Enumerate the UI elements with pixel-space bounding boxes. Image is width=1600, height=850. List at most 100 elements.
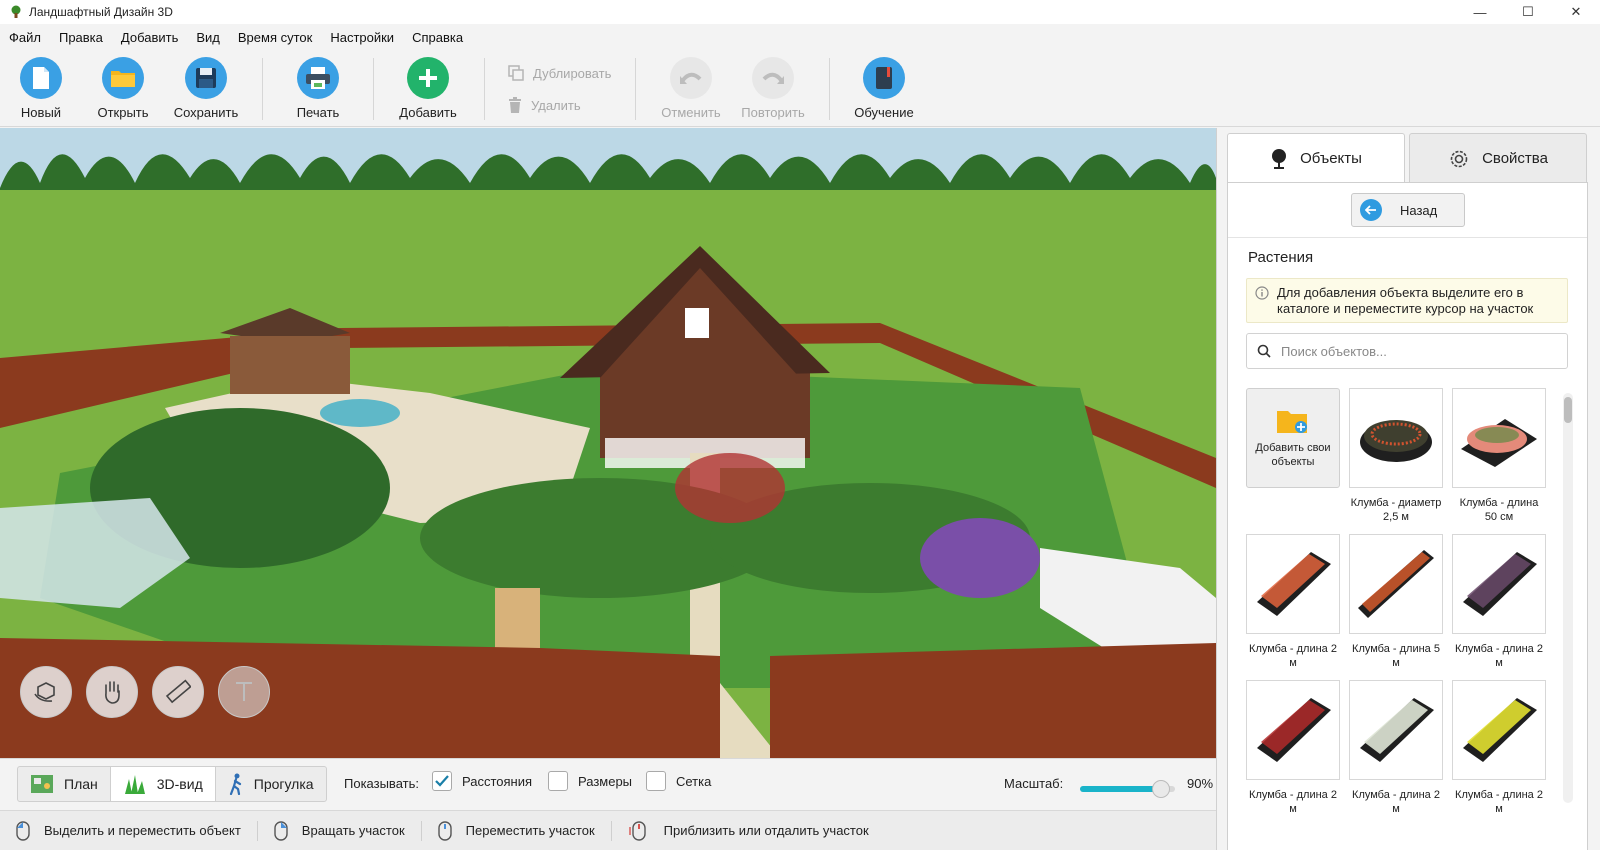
search-placeholder: Поиск объектов...: [1281, 343, 1387, 359]
catalog-item[interactable]: Клумба - длина 2 м: [1349, 680, 1443, 816]
print-button[interactable]: Печать: [278, 57, 358, 120]
new-button[interactable]: Новый: [1, 57, 81, 120]
duplicate-button[interactable]: Дублировать: [508, 65, 611, 81]
tab-3d-view[interactable]: 3D-вид: [110, 767, 216, 801]
catalog-item[interactable]: Клумба - длина 2 м: [1246, 680, 1340, 816]
delete-button[interactable]: Удалить: [508, 97, 581, 113]
hand-icon[interactable]: [86, 666, 138, 718]
catalog-item-label: Клумба - длина 5 м: [1352, 643, 1440, 669]
flowerbed-icon: [1246, 534, 1340, 634]
scrollbar-thumb[interactable]: [1564, 397, 1572, 423]
menu-edit[interactable]: Правка: [50, 30, 112, 45]
print-label: Печать: [296, 105, 340, 120]
menu-settings[interactable]: Настройки: [321, 30, 403, 45]
catalog-item[interactable]: Клумба - длина 2 м: [1452, 534, 1546, 670]
rotate-3d-icon[interactable]: [20, 666, 72, 718]
flowerbed-icon: [1246, 680, 1340, 780]
tab-walk[interactable]: Прогулка: [216, 767, 326, 801]
app-logo-icon: [11, 5, 21, 18]
duplicate-label: Дублировать: [533, 65, 612, 81]
catalog-body: Назад Растения Для добавления объекта вы…: [1227, 182, 1588, 850]
catalog-item-label: Клумба - длина 2 м: [1455, 789, 1543, 815]
menu-time-of-day[interactable]: Время суток: [229, 30, 321, 45]
status-move-plot-label: Переместить участок: [465, 823, 595, 838]
ruler-icon[interactable]: [152, 666, 204, 718]
flowerbed-icon: [1452, 534, 1546, 634]
add-button[interactable]: Добавить: [388, 57, 468, 120]
menu-help[interactable]: Справка: [403, 30, 472, 45]
divider: [1228, 237, 1587, 238]
catalog-item[interactable]: Клумба - диаметр 2,5 м: [1349, 388, 1443, 524]
menu-file[interactable]: Файл: [0, 30, 50, 45]
tab-objects-label: Объекты: [1300, 150, 1362, 167]
text-icon[interactable]: [218, 666, 270, 718]
toolbar: Новый Открыть Сохранить Печать Добавить …: [0, 50, 1600, 127]
view-tools: [20, 666, 276, 718]
search-icon: [1257, 344, 1271, 358]
minimize-button[interactable]: —: [1456, 0, 1504, 24]
search-input[interactable]: Поиск объектов...: [1246, 333, 1568, 369]
catalog-item[interactable]: Клумба - длина 50 см: [1452, 388, 1546, 524]
scale-slider[interactable]: [1080, 780, 1175, 798]
close-button[interactable]: ✕: [1552, 0, 1600, 24]
3d-viewport[interactable]: [0, 128, 1216, 758]
menu-add[interactable]: Добавить: [112, 30, 187, 45]
scale-slider-thumb[interactable]: [1151, 780, 1170, 798]
maximize-button[interactable]: ☐: [1504, 0, 1552, 24]
toolbar-separator: [262, 58, 263, 120]
map-icon: [31, 775, 53, 793]
tab-properties[interactable]: Свойства: [1409, 133, 1587, 183]
grass-icon: [124, 775, 145, 794]
tab-3d-view-label: 3D-вид: [156, 776, 203, 792]
plus-icon: [407, 57, 449, 99]
catalog-item[interactable]: Клумба - длина 2 м: [1452, 680, 1546, 816]
back-label: Назад: [1400, 202, 1438, 218]
add-label: Добавить: [399, 105, 457, 120]
checkmark-icon: [435, 775, 449, 787]
redo-button[interactable]: Повторить: [733, 57, 813, 120]
open-button[interactable]: Открыть: [83, 57, 163, 120]
status-zoom: Приблизить или отдалить участок: [612, 820, 885, 841]
tab-objects[interactable]: Объекты: [1227, 133, 1405, 183]
checkbox-box: [646, 771, 666, 791]
status-select-move: Выделить и переместить объект: [0, 820, 258, 841]
undo-button[interactable]: Отменить: [651, 57, 731, 120]
duplicate-icon: [508, 65, 524, 81]
tutorial-label: Обучение: [854, 105, 914, 120]
save-button[interactable]: Сохранить: [166, 57, 246, 120]
status-rotate-label: Вращать участок: [301, 823, 405, 838]
sizes-label: Размеры: [578, 773, 633, 789]
scale-label: Масштаб:: [1004, 776, 1064, 791]
grid-label: Сетка: [676, 773, 712, 789]
menu-view[interactable]: Вид: [187, 30, 229, 45]
catalog-item[interactable]: Клумба - длина 5 м: [1349, 534, 1443, 670]
mouse-scroll-icon: [628, 820, 646, 841]
grid-checkbox[interactable]: Сетка: [646, 771, 711, 791]
toolbar-separator: [373, 58, 374, 120]
tab-plan-label: План: [64, 776, 98, 792]
section-title: Растения: [1248, 249, 1314, 266]
back-button[interactable]: Назад: [1351, 193, 1465, 227]
sizes-checkbox[interactable]: Размеры: [548, 771, 632, 791]
gear-icon: [1450, 150, 1468, 167]
catalog-item-label: Клумба - длина 2 м: [1455, 643, 1543, 669]
save-label: Сохранить: [173, 105, 239, 120]
scale-value: 90%: [1187, 776, 1214, 791]
tab-plan[interactable]: План: [18, 767, 111, 801]
catalog-item[interactable]: Клумба - длина 2 м: [1246, 534, 1340, 670]
title-bar: Ландшафтный Дизайн 3D — ☐ ✕: [0, 0, 1600, 24]
distances-checkbox[interactable]: Расстояния: [432, 771, 532, 791]
mouse-left-click-icon: [16, 820, 30, 841]
toolbar-separator: [829, 58, 830, 120]
catalog-item-label: Клумба - длина 2 м: [1249, 789, 1337, 815]
catalog-item-label: Клумба - диаметр 2,5 м: [1350, 497, 1442, 523]
info-icon: [1255, 286, 1269, 300]
tab-walk-label: Прогулка: [253, 776, 314, 792]
tutorial-button[interactable]: Обучение: [844, 57, 924, 120]
status-zoom-label: Приблизить или отдалить участок: [663, 823, 869, 838]
catalog-scrollbar[interactable]: [1563, 393, 1573, 803]
add-own-objects-button[interactable]: Добавить свои объекты: [1246, 388, 1340, 488]
checkbox-box: [548, 771, 568, 791]
undo-label: Отменить: [661, 105, 721, 120]
hint-text: Для добавления объекта выделите его в ка…: [1277, 285, 1534, 316]
